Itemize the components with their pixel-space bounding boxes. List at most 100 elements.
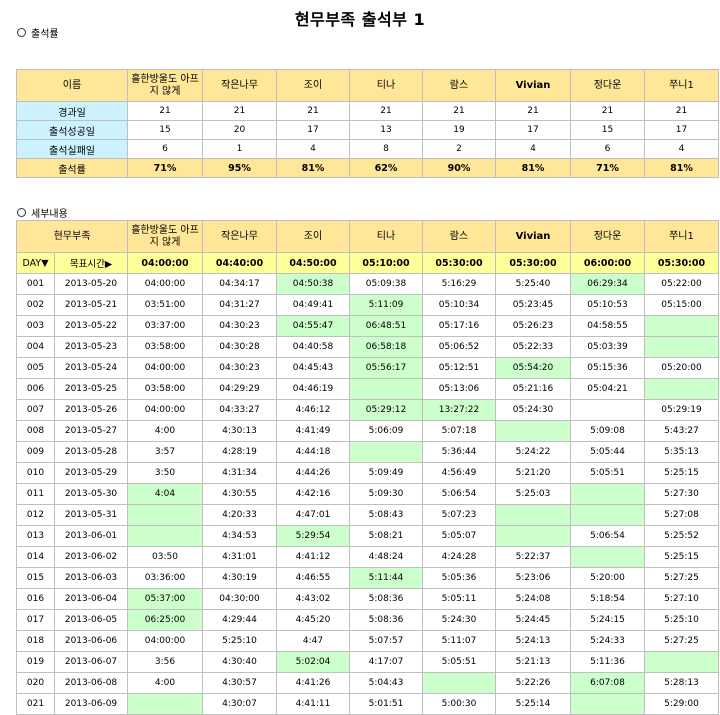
time-cell: 03:50 [127, 546, 203, 568]
rate-cell: 81% [644, 158, 719, 178]
time-cell: 05:54:20 [495, 357, 571, 379]
date-cell: 2013-05-26 [54, 399, 128, 421]
date-cell: 2013-05-21 [54, 294, 128, 316]
member-header: 작은나무 [202, 220, 277, 253]
date-cell: 2013-06-07 [54, 651, 128, 673]
time-cell: 04:58:55 [570, 315, 645, 337]
date-cell: 2013-06-09 [54, 693, 128, 715]
member-header: 조이 [276, 220, 350, 253]
time-cell: 5:11:07 [422, 630, 496, 652]
time-cell: 4:41:11 [276, 693, 350, 715]
time-cell: 03:51:00 [127, 294, 203, 316]
rate-row: 출석률 71% 95% 81% 62% 90% 81% 71% 81% [16, 158, 719, 178]
rate-cell: 71% [127, 158, 203, 178]
summary-cell: 1 [202, 139, 277, 159]
time-cell: 5:18:54 [570, 588, 645, 610]
time-cell: 5:05:11 [422, 588, 496, 610]
time-cell [644, 315, 719, 337]
time-cell [495, 525, 571, 547]
member-header: Vivian [495, 69, 571, 102]
time-cell: 5:28:13 [644, 672, 719, 694]
time-cell: 5:04:43 [349, 672, 423, 694]
member-header: 람스 [422, 220, 496, 253]
member-header: Vivian [495, 220, 571, 253]
summary-cell: 21 [422, 101, 496, 121]
summary-cell: 17 [276, 120, 350, 140]
time-cell: 5:05:36 [422, 567, 496, 589]
time-cell: 4:30:55 [202, 483, 277, 505]
summary-cell: 19 [422, 120, 496, 140]
day-label: DAY▼ [16, 252, 55, 274]
section-label: 출석률 [31, 29, 59, 40]
time-cell: 4:41:12 [276, 546, 350, 568]
summary-cell: 6 [570, 139, 645, 159]
day-number: 003 [16, 315, 55, 337]
time-cell: 4:46:12 [276, 399, 350, 421]
time-cell: 5:01:51 [349, 693, 423, 715]
rate-cell: 81% [276, 158, 350, 178]
bullet-circle-icon [17, 28, 26, 37]
time-cell: 5:25:10 [644, 609, 719, 631]
summary-cell: 4 [644, 139, 719, 159]
time-cell: 5:24:15 [570, 609, 645, 631]
target-cell: 06:00:00 [570, 252, 645, 274]
time-cell: 5:21:20 [495, 462, 571, 484]
detail-header-row: 현무부족 흘한방울도 아프지 않게 작은나무 조이 티나 람스 Vivian 정… [16, 220, 719, 253]
time-cell: 03:58:00 [127, 378, 203, 400]
summary-cell: 21 [644, 101, 719, 121]
time-cell: 05:20:00 [644, 357, 719, 379]
table-row: 021 2013-06-09 4:30:07 4:41:11 5:01:51 5:00:3… [16, 693, 719, 715]
rate-label: 출석률 [16, 158, 128, 178]
time-cell: 05:26:23 [495, 315, 571, 337]
time-cell: 05:37:00 [127, 588, 203, 610]
time-cell: 5:29:00 [644, 693, 719, 715]
time-cell: 06:29:34 [570, 273, 645, 295]
time-cell: 05:13:06 [422, 378, 496, 400]
summary-cell: 21 [349, 101, 423, 121]
time-cell: 3:56 [127, 651, 203, 673]
time-cell: 4:44:18 [276, 441, 350, 463]
time-cell: 05:29:19 [644, 399, 719, 421]
time-cell: 04:30:00 [202, 588, 277, 610]
time-cell: 5:08:21 [349, 525, 423, 547]
time-cell: 5:02:04 [276, 651, 350, 673]
member-header: 조이 [276, 69, 350, 102]
section-details: 세부내용 [17, 205, 68, 220]
rate-cell: 90% [422, 158, 496, 178]
time-cell: 4:46:55 [276, 567, 350, 589]
time-cell: 4:34:53 [202, 525, 277, 547]
time-cell: 5:09:08 [570, 420, 645, 442]
time-cell: 5:07:18 [422, 420, 496, 442]
time-cell: 04:29:29 [202, 378, 277, 400]
table-row: 016 2013-06-04 05:37:00 04:30:00 4:43:02 5:08… [16, 588, 719, 610]
time-cell: 4:20:33 [202, 504, 277, 526]
table-row: 006 2013-05-25 03:58:00 04:29:29 04:46:19 05:… [16, 378, 719, 400]
time-cell: 5:22:37 [495, 546, 571, 568]
time-cell: 5:09:30 [349, 483, 423, 505]
time-cell: 4:30:19 [202, 567, 277, 589]
target-cell: 05:30:00 [644, 252, 719, 274]
time-cell: 4:28:19 [202, 441, 277, 463]
section-attendance-rate: 출석률 [17, 25, 59, 40]
time-cell: 05:10:34 [422, 294, 496, 316]
time-cell: 05:56:17 [349, 357, 423, 379]
time-cell: 5:08:36 [349, 609, 423, 631]
row-label: 출석실패일 [16, 139, 128, 159]
time-cell [570, 483, 645, 505]
time-cell: 05:22:33 [495, 336, 571, 358]
time-cell: 5:25:15 [644, 546, 719, 568]
time-cell: 04:55:47 [276, 315, 350, 337]
date-cell: 2013-06-04 [54, 588, 128, 610]
time-cell: 5:08:36 [349, 588, 423, 610]
time-cell [570, 504, 645, 526]
time-cell: 04:49:41 [276, 294, 350, 316]
member-header: 흘한방울도 아프지 않게 [127, 220, 203, 253]
time-cell: 04:00:00 [127, 273, 203, 295]
time-cell: 4:47 [276, 630, 350, 652]
time-cell: 5:05:51 [570, 462, 645, 484]
day-number: 002 [16, 294, 55, 316]
time-cell: 5:25:40 [495, 273, 571, 295]
table-row: 018 2013-06-06 04:00:00 5:25:10 4:47 5:07:57 5… [16, 630, 719, 652]
day-number: 015 [16, 567, 55, 589]
target-cell: 05:10:00 [349, 252, 423, 274]
